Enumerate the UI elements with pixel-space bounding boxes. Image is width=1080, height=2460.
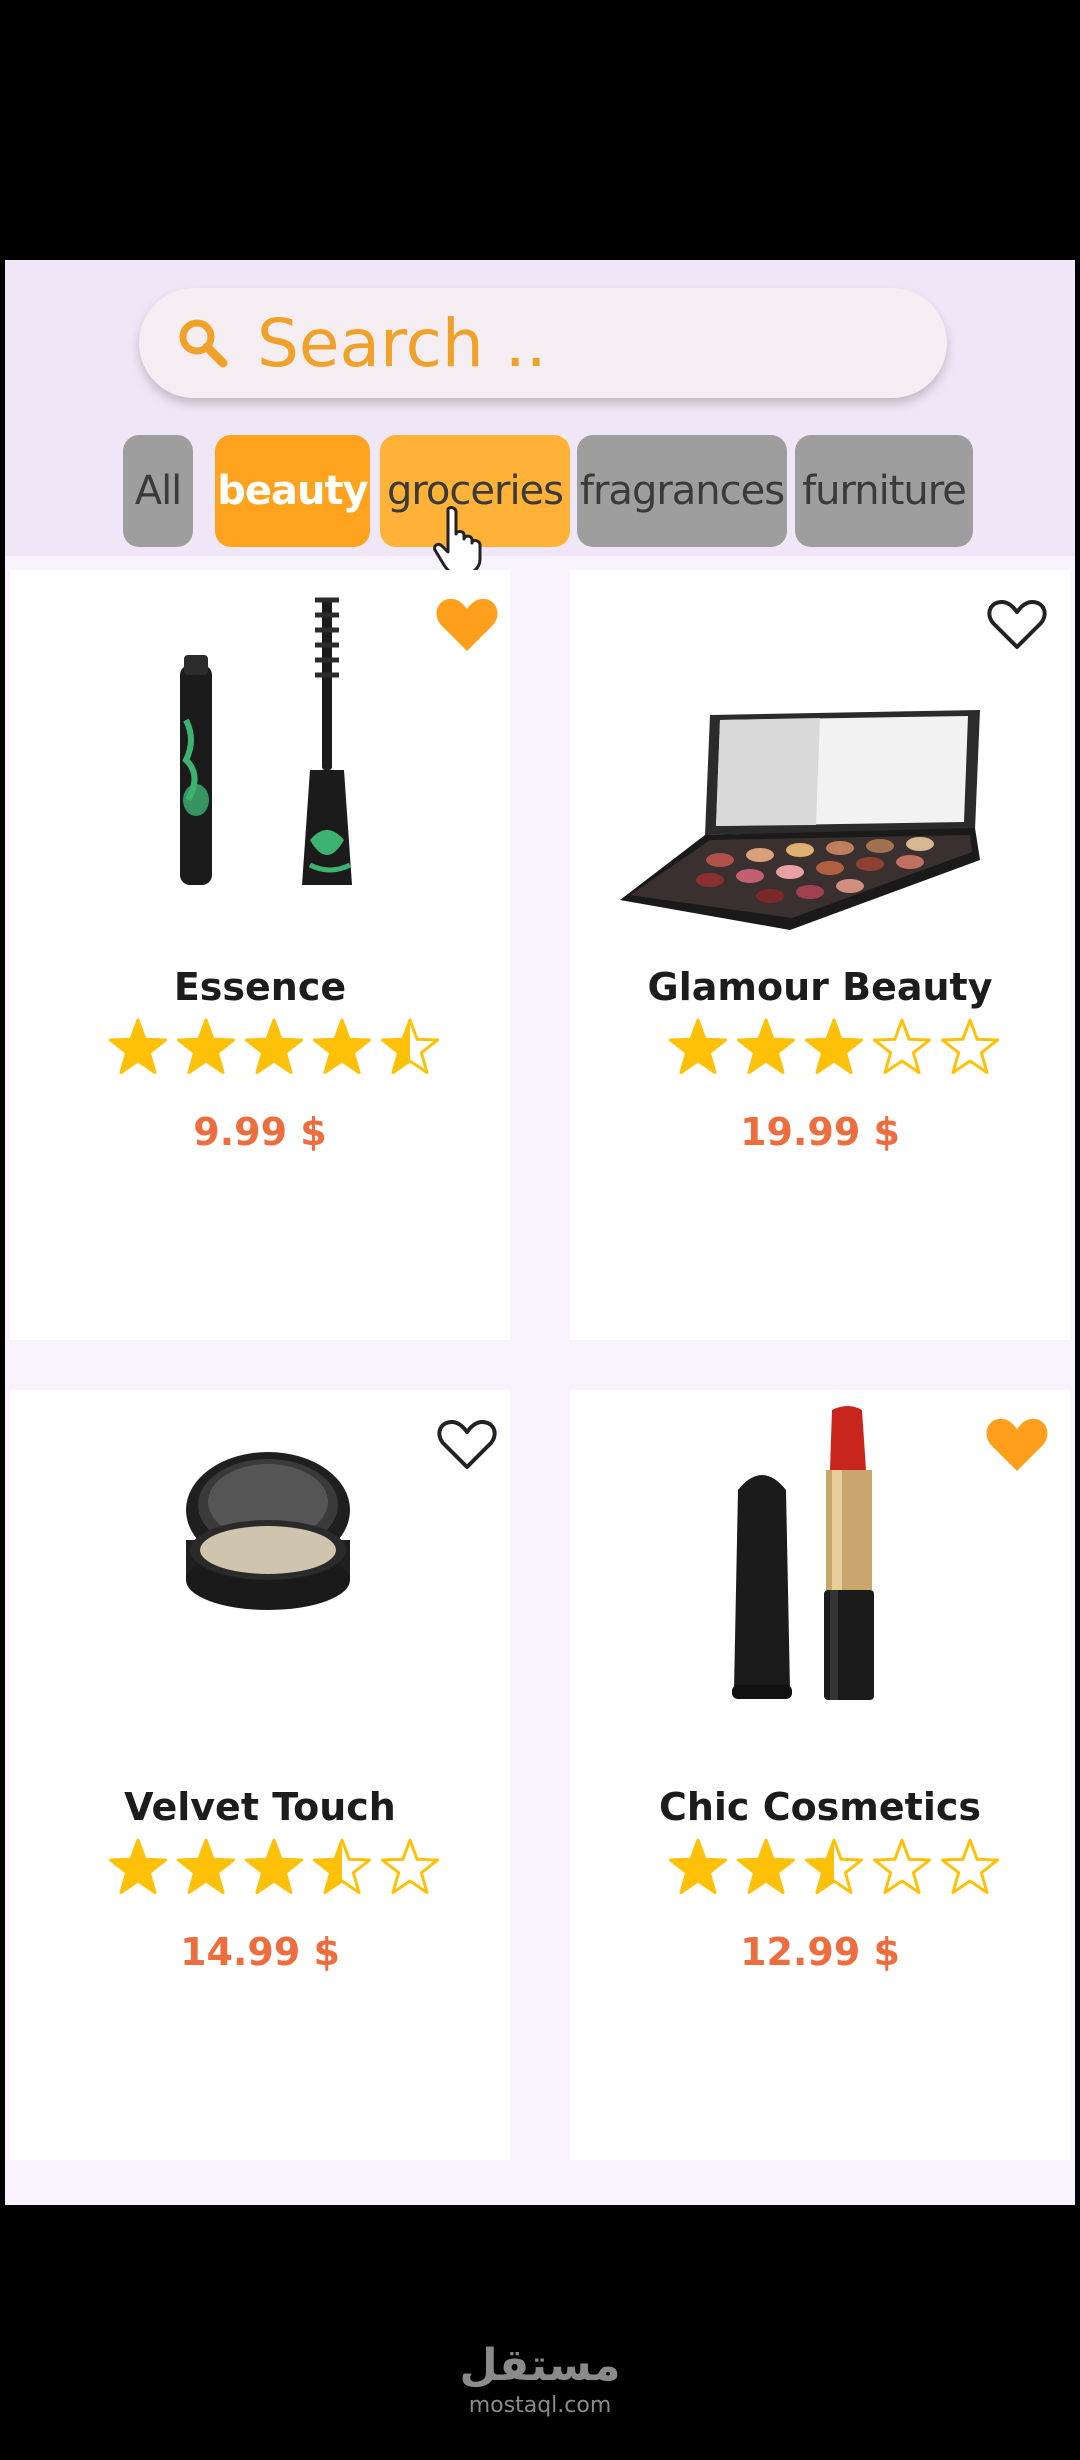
star-icon <box>872 1018 932 1074</box>
rating-stars <box>668 1018 1000 1074</box>
product-card[interactable]: Velvet Touch 14.99 $ <box>10 1390 510 2160</box>
star-icon <box>668 1838 728 1894</box>
star-icon <box>380 1018 440 1074</box>
hand-cursor-icon <box>433 506 482 575</box>
rating-stars <box>668 1838 1000 1894</box>
star-icon <box>380 1838 440 1894</box>
star-icon <box>872 1838 932 1894</box>
star-icon <box>736 1838 796 1894</box>
product-price: 9.99 $ <box>193 1110 327 1154</box>
watermark-logo: مستقل <box>459 2340 621 2391</box>
star-icon <box>940 1838 1000 1894</box>
star-icon <box>108 1018 168 1074</box>
star-icon <box>804 1838 864 1894</box>
header-panel: All beauty groceries fragrances furnitur… <box>5 260 1075 575</box>
watermark-url: mostaql.com <box>468 2393 612 2418</box>
app-screen: All beauty groceries fragrances furnitur… <box>5 260 1075 2205</box>
rating-stars <box>108 1018 440 1074</box>
star-icon <box>312 1018 372 1074</box>
product-name: Velvet Touch <box>124 1785 396 1829</box>
star-icon <box>804 1018 864 1074</box>
star-icon <box>312 1838 372 1894</box>
star-icon <box>108 1838 168 1894</box>
product-name: Essence <box>173 965 347 1009</box>
product-price: 14.99 $ <box>180 1930 340 1974</box>
product-price: 12.99 $ <box>740 1930 900 1974</box>
category-chip-all[interactable]: All <box>123 435 193 547</box>
rating-stars <box>108 1838 440 1894</box>
favorite-heart-outline-icon[interactable] <box>435 1415 499 1473</box>
category-chip-fragrances[interactable]: fragrances <box>577 435 787 547</box>
star-icon <box>668 1018 728 1074</box>
search-input[interactable] <box>257 306 897 380</box>
product-name: Chic Cosmetics <box>658 1785 982 1829</box>
product-card[interactable]: Chic Cosmetics 12.99 $ <box>570 1390 1070 2160</box>
search-bar[interactable] <box>139 288 947 398</box>
product-card[interactable]: Glamour Beauty 19.99 $ <box>570 570 1070 1340</box>
star-icon <box>940 1018 1000 1074</box>
star-icon <box>176 1838 236 1894</box>
category-chip-furniture[interactable]: furniture <box>795 435 973 547</box>
star-icon <box>244 1838 304 1894</box>
watermark: مستقل mostaql.com <box>0 2340 1080 2418</box>
favorite-heart-icon[interactable] <box>985 1415 1049 1473</box>
favorite-heart-outline-icon[interactable] <box>985 595 1049 653</box>
star-icon <box>736 1018 796 1074</box>
star-icon <box>176 1018 236 1074</box>
product-price: 19.99 $ <box>740 1110 900 1154</box>
favorite-heart-icon[interactable] <box>435 595 499 653</box>
category-chip-beauty[interactable]: beauty <box>215 435 370 547</box>
product-name: Glamour Beauty <box>647 965 993 1009</box>
search-icon[interactable] <box>175 315 231 371</box>
star-icon <box>244 1018 304 1074</box>
product-card[interactable]: Essence 9.99 $ <box>10 570 510 1340</box>
